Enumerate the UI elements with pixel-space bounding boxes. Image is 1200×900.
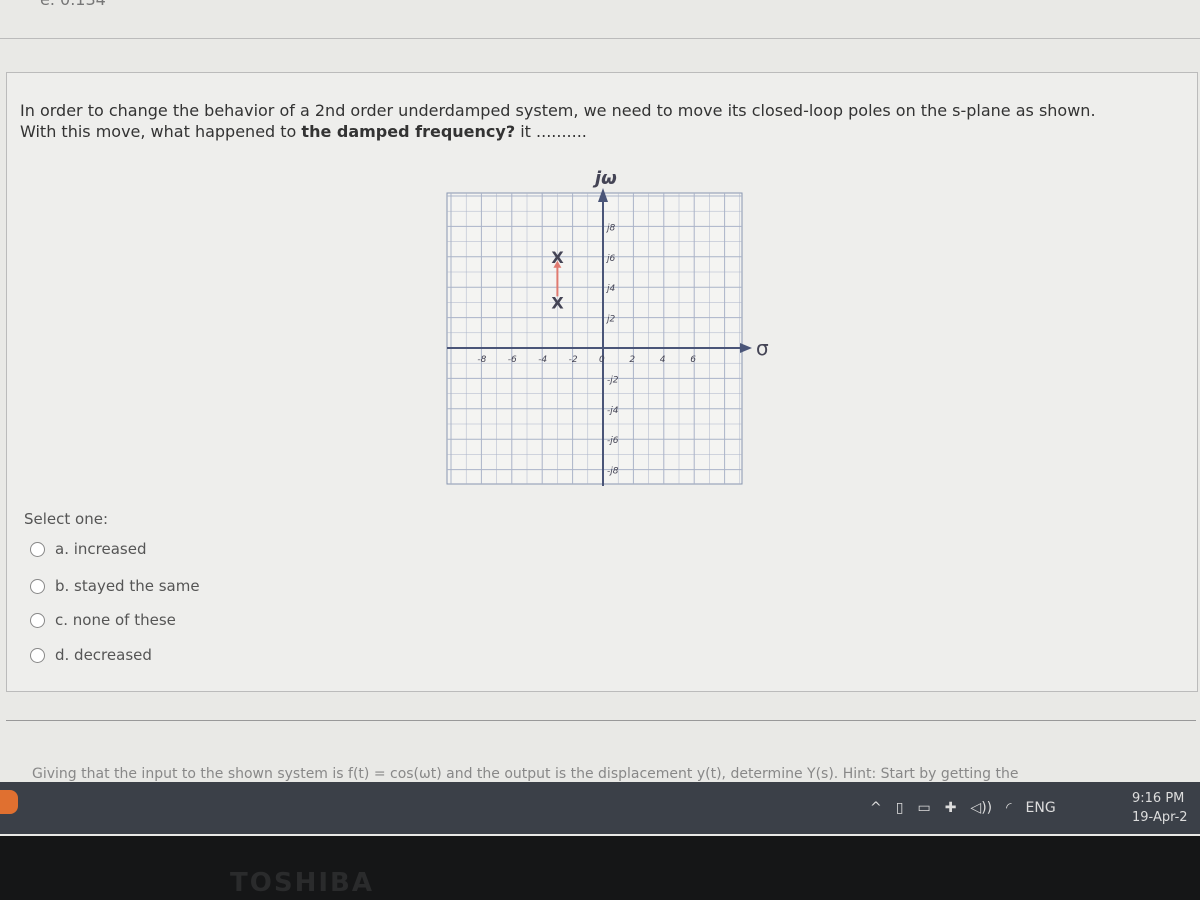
radio-button[interactable] [30, 647, 45, 663]
system-tray: ^ ▯ ▭ ✚ ◁)) ◜ ENG [870, 800, 1056, 816]
question-text: In order to change the behavior of a 2nd… [20, 100, 1190, 142]
y-tick-label: -j8 [607, 467, 619, 477]
radio-button[interactable] [30, 541, 45, 557]
radio-button[interactable] [30, 578, 45, 594]
brand-logo: TOSHIBA [230, 868, 374, 898]
time: 9:16 PM [1132, 791, 1185, 806]
option-c[interactable]: c. none of these [30, 611, 176, 629]
y-tick-label: j8 [605, 223, 616, 233]
next-question-text: Giving that the input to the shown syste… [32, 766, 1019, 782]
y-axis-label: jω [592, 168, 617, 189]
new-pole-marker: X [551, 248, 564, 267]
radio-button[interactable] [30, 612, 45, 628]
option-label: d. decreased [55, 646, 152, 664]
x-tick-label: 2 [629, 355, 635, 365]
language-indicator[interactable]: ENG [1026, 800, 1056, 816]
network-shield-icon[interactable]: ✚ [945, 800, 957, 816]
option-b[interactable]: b. stayed the same [30, 577, 200, 595]
option-a[interactable]: a. increased [30, 540, 146, 558]
battery-icon[interactable]: ▭ [917, 800, 930, 816]
x-tick-label: -8 [477, 355, 486, 365]
laptop-bezel [0, 836, 1200, 900]
y-tick-label: -j2 [607, 375, 619, 385]
date: 19-Apr-2 [1132, 810, 1188, 825]
x-axis-label: σ [756, 336, 769, 360]
y-tick-label: j2 [605, 315, 616, 325]
x-tick-label: -4 [538, 355, 547, 365]
x-tick-label: 4 [660, 355, 666, 365]
volume-icon[interactable]: ◁)) [970, 800, 992, 816]
previous-option-fragment: e. 0.134 [40, 0, 106, 9]
app-icon[interactable] [0, 790, 18, 814]
option-label: a. increased [55, 540, 147, 558]
select-label: Select one: [24, 510, 109, 528]
x-tick-label: -6 [508, 355, 517, 365]
option-label: c. none of these [55, 611, 176, 629]
option-d[interactable]: d. decreased [30, 646, 152, 664]
y-tick-label: -j6 [607, 436, 619, 446]
real-axis-arrow [740, 343, 752, 353]
x-tick-label: -2 [569, 355, 578, 365]
divider [0, 38, 1200, 39]
y-tick-label: j4 [605, 284, 616, 294]
device-icon[interactable]: ▯ [896, 800, 904, 816]
s-plane-plot: jω σ -8 -6 -4 -2 0 2 4 6 j8 j6 j4 j2 -j2 -j4 -j6 -j8 X X [446, 168, 769, 486]
x-tick-label: 6 [690, 355, 696, 365]
x-tick-label: 0 [599, 355, 605, 365]
y-tick-label: -j4 [607, 406, 619, 416]
question-line-2: With this move, what happened to the dam… [20, 121, 1190, 142]
question-suffix: it .......... [515, 122, 587, 141]
original-pole-marker: X [551, 293, 564, 312]
question-prefix: With this move, what happened to [20, 122, 302, 141]
plot-background [446, 192, 743, 485]
clock[interactable]: 9:16 PM 19-Apr-2 [1132, 789, 1188, 827]
option-label: b. stayed the same [55, 577, 200, 595]
chevron-up-icon[interactable]: ^ [870, 800, 882, 816]
question-bold: the damped frequency? [301, 122, 516, 141]
wifi-icon[interactable]: ◜ [1006, 800, 1011, 816]
y-tick-label: j6 [605, 254, 616, 264]
question-line-1: In order to change the behavior of a 2nd… [20, 101, 1096, 120]
